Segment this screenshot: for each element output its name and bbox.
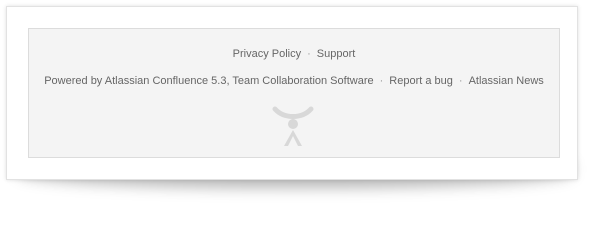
footer-links-row: Privacy Policy · Support	[29, 48, 559, 60]
report-bug-link[interactable]: Report a bug	[389, 75, 453, 87]
powered-by-link[interactable]: Powered by Atlassian Confluence 5.3, Tea…	[44, 75, 373, 87]
atlassian-news-link[interactable]: Atlassian News	[469, 75, 544, 87]
footer-info-row: Powered by Atlassian Confluence 5.3, Tea…	[29, 75, 559, 87]
separator: ·	[307, 48, 311, 60]
separator: ·	[379, 75, 384, 87]
separator: ·	[458, 75, 463, 87]
page-footer: Privacy Policy · Support Powered by Atlass…	[28, 28, 560, 158]
privacy-policy-link[interactable]: Privacy Policy	[233, 48, 301, 60]
atlassian-logo-icon	[270, 103, 316, 149]
screenshot-card: Privacy Policy · Support Powered by Atlass…	[6, 6, 578, 180]
support-link[interactable]: Support	[317, 48, 356, 60]
